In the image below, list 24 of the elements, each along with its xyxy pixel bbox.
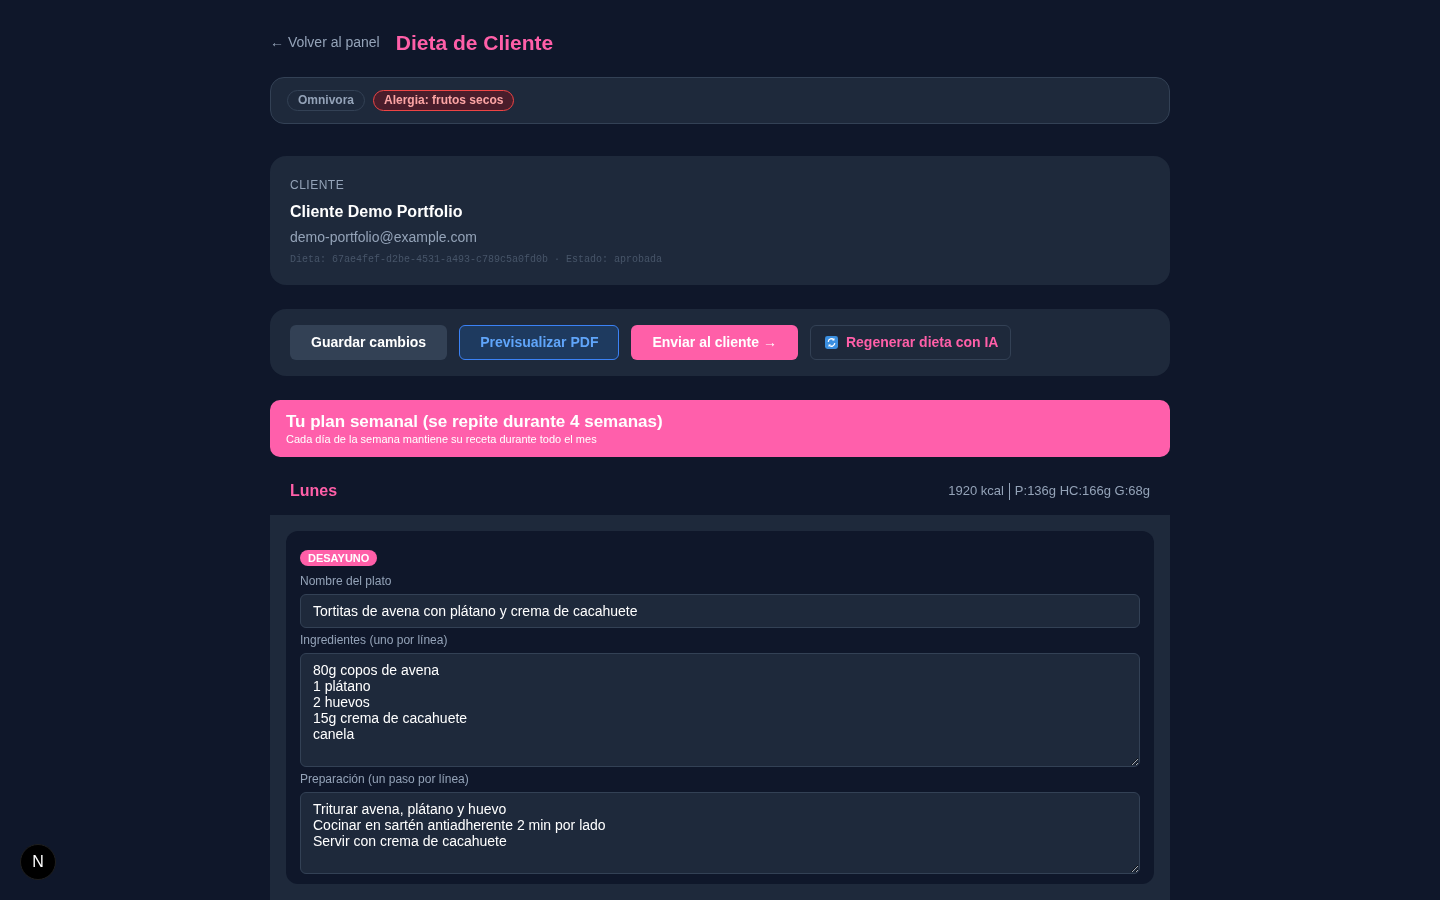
field-label: Nombre del plato bbox=[300, 574, 393, 589]
macros-text: P:136g HC:166g G:68g bbox=[1014, 482, 1150, 501]
regenerate-button[interactable]: Regenerar dieta con IA bbox=[809, 325, 1012, 361]
back-link[interactable]: ← Volver al panel bbox=[270, 32, 380, 54]
client-name: Cliente Demo Portfolio bbox=[290, 202, 464, 223]
field-label: Preparación (un paso por línea) bbox=[300, 772, 470, 787]
dev-tools-button[interactable]: N bbox=[20, 844, 56, 880]
banner-subtitle: Cada día de la semana mantiene su receta durante todo el mes bbox=[286, 432, 598, 447]
save-button[interactable]: Guardar cambios bbox=[290, 325, 448, 361]
client-email: demo-portfolio@example.com bbox=[290, 228, 478, 248]
diet-tag: Omnivora bbox=[287, 90, 365, 112]
field-label: Ingredientes (uno por línea) bbox=[300, 633, 449, 648]
text-area-field[interactable]: 80g copos de avena 1 plátano 2 huevos 15g crema de cacahuete canela bbox=[300, 653, 1140, 768]
kcal-text: 1920 kcal bbox=[948, 482, 1004, 501]
section-label: CLIENTE bbox=[290, 177, 346, 195]
text-area-field[interactable]: Triturar avena, plátano y huevo Cocinar en sartén antiadherente 2 min por lado Servir con crema de cacahuete bbox=[300, 792, 1140, 875]
page-title: Dieta de Cliente bbox=[395, 30, 554, 56]
dish-name-field[interactable]: Tortitas de avena con plátano y crema de cacahuete bbox=[300, 594, 1140, 629]
preview-pdf-button[interactable]: Previsualizar PDF bbox=[459, 325, 620, 361]
meal-type-badge: DESAYUNO bbox=[300, 550, 378, 567]
banner-title: Tu plan semanal (se repite durante 4 semanas) bbox=[286, 412, 664, 433]
refresh-icon bbox=[824, 336, 838, 350]
allergy-tag: Alergia: frutos secos bbox=[373, 90, 515, 112]
day-name: Lunes bbox=[290, 481, 338, 502]
